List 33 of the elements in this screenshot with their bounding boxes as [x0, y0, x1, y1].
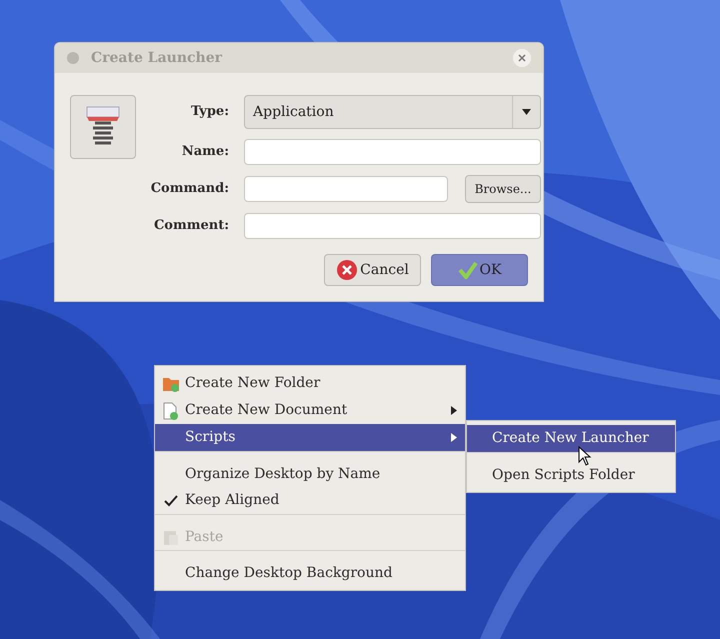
checkmark-icon	[458, 261, 478, 279]
window-menu-icon[interactable]	[67, 52, 79, 64]
type-dropdown[interactable]: Application	[244, 95, 541, 129]
launcher-icon-button[interactable]	[70, 95, 136, 159]
cancel-icon	[336, 259, 358, 281]
menu-item[interactable]: Create New Document	[155, 397, 465, 424]
document-icon	[163, 402, 179, 420]
dropdown-arrow-icon	[522, 109, 531, 115]
menu-item[interactable]: Scripts	[155, 424, 465, 451]
window-title: Create Launcher	[91, 48, 224, 68]
submenu-arrow-icon	[451, 406, 457, 415]
close-button[interactable]	[513, 49, 531, 67]
text-input[interactable]	[244, 213, 541, 239]
close-icon	[518, 54, 526, 62]
text-input[interactable]	[244, 139, 541, 165]
cancel-button[interactable]: Cancel	[324, 254, 421, 286]
field-label: Comment:	[152, 217, 229, 236]
menu-item[interactable]: Keep Aligned	[155, 487, 465, 514]
check-icon	[164, 494, 178, 506]
text-input[interactable]	[244, 176, 448, 202]
ok-button[interactable]: OK	[431, 254, 528, 286]
menu-item[interactable]: Change Desktop Background	[155, 550, 465, 586]
field-label: Name:	[180, 143, 229, 162]
submenu-arrow-icon	[451, 433, 457, 442]
menu-item[interactable]: Create New Folder	[155, 370, 465, 397]
field-label: Type:	[190, 103, 229, 122]
browse-button[interactable]: Browse...	[465, 175, 541, 203]
field-label: Command:	[150, 180, 229, 198]
menu-item[interactable]: Organize Desktop by Name	[155, 451, 465, 487]
mouse-cursor-icon	[578, 446, 592, 467]
menu-item[interactable]: Create New Launcher	[467, 425, 675, 452]
folder-icon	[162, 376, 180, 392]
clipboard-icon	[163, 528, 179, 546]
